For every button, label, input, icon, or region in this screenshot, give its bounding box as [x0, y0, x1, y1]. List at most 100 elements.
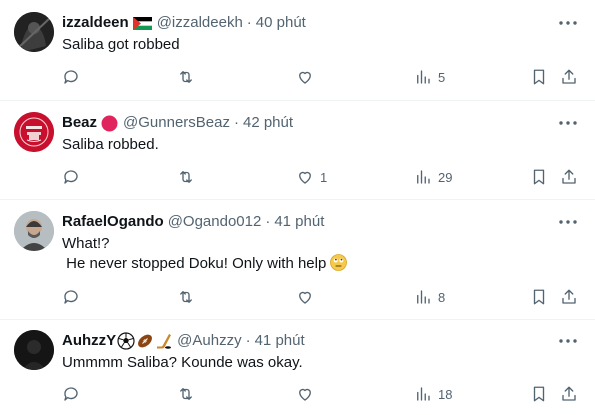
share-icon — [562, 289, 576, 304]
timestamp[interactable]: 41 phút — [274, 212, 324, 232]
separator: · — [245, 332, 251, 349]
bookmark-icon — [533, 289, 545, 305]
more-options-icon[interactable] — [555, 13, 581, 33]
tweet-header: izzaldeen @izzaldeekh · 40 phút — [62, 13, 306, 33]
reply-button[interactable] — [62, 166, 80, 188]
tweet-header: RafaelOgando @Ogando012 · 41 phút — [62, 212, 324, 232]
views-bar-chart-icon — [417, 290, 430, 304]
handle[interactable]: @Ogando012 — [168, 212, 262, 232]
like-button[interactable] — [296, 383, 320, 405]
tweet-header: AuhzzY @Auhzzy · 41 phút — [62, 331, 305, 351]
like-heart-icon — [299, 71, 311, 84]
bookmark-button[interactable] — [530, 383, 548, 405]
tweet-text-line: He never stopped Doku! Only with help — [62, 255, 327, 272]
hockey-stick-icon — [157, 334, 172, 349]
views-button[interactable]: 29 — [414, 166, 452, 188]
view-count: 29 — [438, 169, 453, 185]
like-button[interactable]: 1 — [296, 166, 327, 188]
views-bar-chart-icon — [417, 70, 430, 84]
share-button[interactable] — [560, 286, 578, 308]
bookmark-button[interactable] — [530, 166, 548, 188]
share-button[interactable] — [560, 166, 578, 188]
handle[interactable]: @izzaldeekh — [157, 13, 243, 33]
more-options-icon[interactable] — [555, 113, 581, 133]
tweet-text: Saliba robbed. — [62, 135, 575, 155]
action-bar: 8 — [62, 286, 587, 308]
avatar[interactable] — [14, 211, 54, 251]
retweet-button[interactable] — [177, 66, 195, 88]
like-heart-icon — [299, 291, 311, 304]
soccer-ball-icon — [117, 332, 135, 350]
tweet-text: Ummmm Saliba? Kounde was okay. — [62, 353, 575, 373]
separator: · — [265, 213, 271, 230]
more-options-icon[interactable] — [555, 212, 581, 232]
timestamp[interactable]: 40 phút — [256, 13, 306, 33]
view-count: 5 — [438, 69, 446, 85]
handle[interactable]: @Auhzzy — [177, 331, 241, 351]
like-heart-icon — [299, 388, 311, 401]
display-name[interactable]: AuhzzY — [62, 331, 116, 351]
reply-tweet-auhzzy[interactable]: AuhzzY @Auhzzy · 41 phút Ummmm Saliba? K… — [0, 320, 595, 415]
action-bar: 5 — [62, 66, 587, 88]
tweet-text-line: Saliba robbed. — [62, 136, 159, 153]
face-with-rolling-eyes-emoji-icon — [330, 254, 348, 277]
like-count: 1 — [320, 169, 328, 185]
name-emojis — [117, 332, 173, 350]
palestine-flag-icon — [132, 16, 152, 30]
reply-button[interactable] — [62, 66, 80, 88]
views-button[interactable]: 8 — [414, 286, 445, 308]
tweet-text-line: Ummmm Saliba? Kounde was okay. — [62, 354, 303, 371]
share-button[interactable] — [560, 383, 578, 405]
reply-button[interactable] — [62, 286, 80, 308]
reply-tweet-izzaldeen[interactable]: izzaldeen @izzaldeekh · 40 phút Saliba g… — [0, 0, 595, 101]
avatar-image — [14, 330, 54, 370]
bookmark-button[interactable] — [530, 66, 548, 88]
red-circle-icon — [101, 115, 118, 132]
views-bar-chart-icon — [417, 387, 430, 401]
display-name[interactable]: Beaz — [62, 113, 97, 133]
tweet-text-line: What!? — [62, 235, 110, 252]
separator: · — [233, 114, 239, 131]
retweet-button[interactable] — [177, 166, 195, 188]
retweet-icon — [180, 71, 192, 83]
timestamp[interactable]: 41 phút — [255, 331, 305, 351]
reply-icon — [64, 170, 78, 184]
reply-button[interactable] — [62, 383, 80, 405]
display-name[interactable]: RafaelOgando — [62, 212, 164, 232]
avatar[interactable] — [14, 112, 54, 152]
bookmark-icon — [533, 386, 545, 402]
reply-icon — [64, 387, 78, 401]
share-icon — [562, 386, 576, 401]
like-button[interactable] — [296, 286, 320, 308]
avatar[interactable] — [14, 12, 54, 52]
retweet-button[interactable] — [177, 383, 195, 405]
share-button[interactable] — [560, 66, 578, 88]
bookmark-button[interactable] — [530, 286, 548, 308]
action-bar: 1 29 — [62, 166, 587, 188]
tweet-text-line-2: He never stopped Doku! Only with help — [62, 254, 575, 277]
views-button[interactable]: 18 — [414, 383, 452, 405]
reply-icon — [64, 70, 78, 84]
retweet-icon — [180, 291, 192, 303]
avatar-image — [14, 12, 54, 52]
tweet-text: What!? He never stopped Doku! Only with … — [62, 234, 575, 277]
separator: · — [246, 14, 252, 31]
bookmark-icon — [533, 69, 545, 85]
timestamp[interactable]: 42 phút — [243, 113, 293, 133]
reply-tweet-beaz[interactable]: Beaz @GunnersBeaz · 42 phút Saliba robbe… — [0, 101, 595, 200]
arsenal-crest-icon — [14, 112, 54, 152]
display-name[interactable]: izzaldeen — [62, 13, 129, 33]
views-button[interactable]: 5 — [414, 66, 445, 88]
tweet-text-line: Saliba got robbed — [62, 36, 180, 53]
avatar-image — [14, 211, 54, 251]
bookmark-icon — [533, 169, 545, 185]
handle[interactable]: @GunnersBeaz — [123, 113, 230, 133]
reply-tweet-rafaelogando[interactable]: RafaelOgando @Ogando012 · 41 phút What!?… — [0, 200, 595, 320]
like-button[interactable] — [296, 66, 320, 88]
retweet-button[interactable] — [177, 286, 195, 308]
share-icon — [562, 69, 576, 84]
view-count: 18 — [438, 386, 453, 402]
avatar[interactable] — [14, 330, 54, 370]
american-football-icon — [138, 334, 153, 348]
more-options-icon[interactable] — [555, 331, 581, 351]
